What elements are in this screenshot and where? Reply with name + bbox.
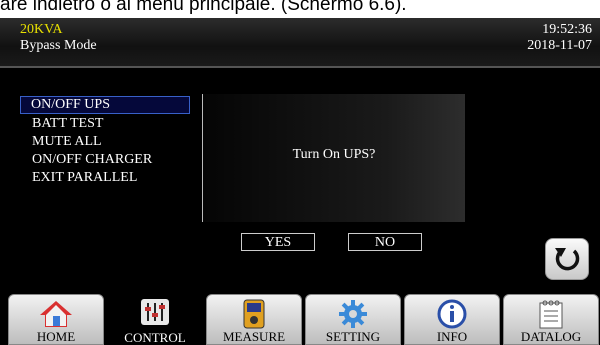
home-icon: [40, 301, 72, 327]
tab-info-label: INFO: [436, 329, 468, 344]
tab-measure[interactable]: MEASURE: [206, 294, 302, 345]
yes-button[interactable]: YES: [241, 233, 315, 251]
tab-datalog[interactable]: DATALOG: [503, 294, 599, 345]
menu-item-on-off-ups[interactable]: ON/OFF UPS: [20, 96, 190, 114]
menu-item-exit-parallel[interactable]: EXIT PARALLEL: [32, 170, 137, 186]
tab-info[interactable]: INFO: [404, 294, 500, 345]
tab-measure-label: MEASURE: [222, 329, 286, 344]
meter-icon: [243, 299, 265, 329]
model-label: 20KVA: [20, 22, 63, 37]
tab-home-label: HOME: [36, 329, 76, 344]
time-label: 19:52:36: [542, 22, 592, 37]
date-label: 2018-11-07: [527, 38, 592, 53]
tab-setting[interactable]: SETTING: [305, 294, 401, 345]
mode-label: Bypass Mode: [20, 38, 97, 53]
caption-text: are indietro o al menu principale. (Sche…: [0, 0, 407, 15]
info-icon: [437, 299, 467, 329]
no-button[interactable]: NO: [348, 233, 422, 251]
tab-datalog-label: DATALOG: [520, 329, 582, 344]
sliders-icon: [141, 299, 169, 325]
menu-item-mute-all[interactable]: MUTE ALL: [32, 134, 102, 150]
confirm-dialog: Turn On UPS?: [203, 94, 465, 222]
ups-screen: 20KVA Bypass Mode 19:52:36 2018-11-07 ON…: [0, 18, 600, 345]
menu-item-batt-test[interactable]: BATT TEST: [32, 116, 103, 132]
tab-home[interactable]: HOME: [8, 294, 104, 345]
dialog-message: Turn On UPS?: [292, 147, 376, 162]
refresh-icon: [555, 248, 580, 271]
control-menu: ON/OFF UPS BATT TEST MUTE ALL ON/OFF CHA…: [16, 94, 204, 222]
tab-control[interactable]: CONTROL: [107, 294, 203, 345]
tab-control-label: CONTROL: [124, 330, 186, 345]
back-button[interactable]: [545, 238, 589, 280]
status-header: 20KVA Bypass Mode 19:52:36 2018-11-07: [0, 18, 600, 68]
menu-item-on-off-charger[interactable]: ON/OFF CHARGER: [32, 152, 152, 168]
notepad-icon: [539, 300, 563, 329]
gear-icon: [339, 300, 367, 328]
tab-setting-label: SETTING: [325, 329, 381, 344]
